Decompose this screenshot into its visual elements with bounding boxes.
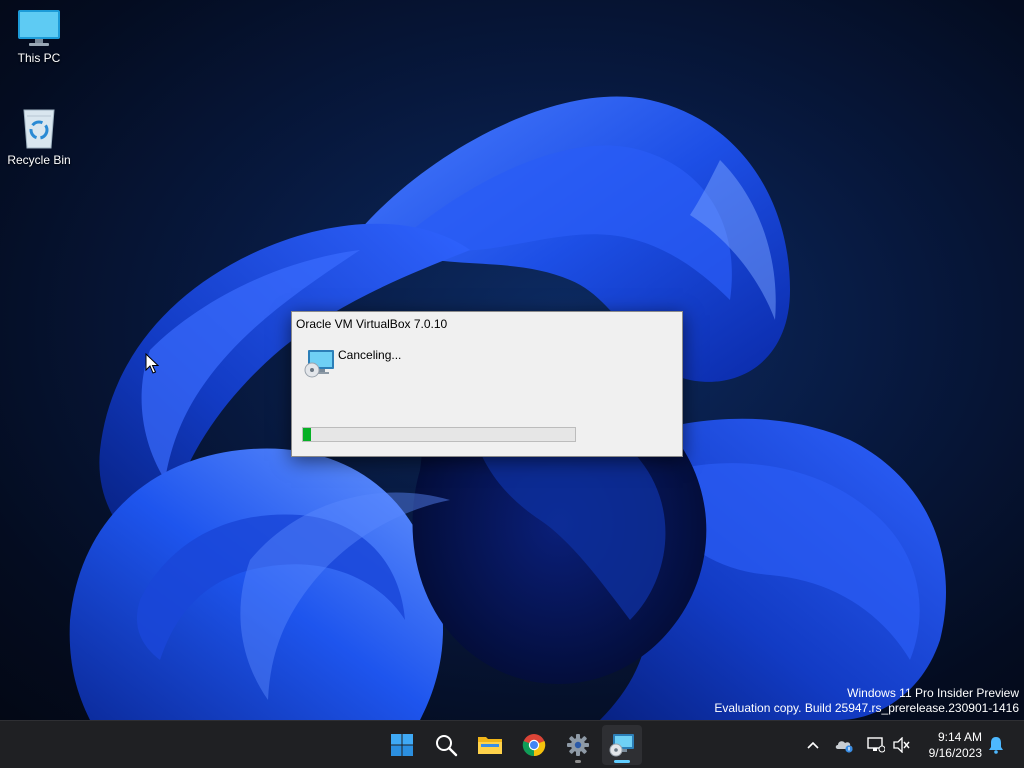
taskbar-settings-button[interactable] bbox=[558, 725, 598, 765]
watermark-line-1: Windows 11 Pro Insider Preview bbox=[847, 686, 1019, 700]
file-explorer-icon bbox=[478, 737, 502, 754]
desktop-icon-recycle-bin[interactable]: Recycle Bin bbox=[1, 106, 77, 167]
desktop-icon-this-pc[interactable]: This PC bbox=[1, 8, 77, 65]
taskbar-file-explorer-button[interactable] bbox=[470, 725, 510, 765]
network-icon bbox=[867, 737, 885, 753]
desktop-icon-label: This PC bbox=[17, 51, 61, 65]
progress-bar bbox=[302, 427, 576, 442]
tray-notifications[interactable] bbox=[986, 735, 1006, 755]
settings-gear-icon bbox=[567, 734, 589, 756]
clock-date: 9/16/2023 bbox=[928, 746, 982, 760]
active-indicator bbox=[614, 760, 630, 763]
evaluation-watermark: Windows 11 Pro Insider Preview Evaluatio… bbox=[714, 686, 1019, 716]
dialog-title: Oracle VM VirtualBox 7.0.10 bbox=[296, 317, 448, 331]
desktop[interactable]: This PC Recycle Bin Oracle VM VirtualBox… bbox=[0, 0, 1024, 720]
tray-show-hidden-icons[interactable] bbox=[803, 735, 823, 755]
taskbar-chrome-button[interactable] bbox=[514, 725, 554, 765]
notification-bell-icon bbox=[989, 737, 1003, 754]
tray-onedrive[interactable] bbox=[834, 735, 854, 755]
search-icon bbox=[436, 735, 458, 757]
progress-bar-fill bbox=[303, 428, 312, 441]
tray-volume[interactable] bbox=[892, 735, 912, 755]
volume-muted-icon bbox=[893, 737, 910, 753]
taskbar-start-button[interactable] bbox=[382, 725, 422, 765]
chevron-up-icon bbox=[807, 741, 819, 749]
mouse-cursor-icon bbox=[145, 353, 159, 374]
running-indicator bbox=[575, 760, 581, 763]
onedrive-icon bbox=[835, 741, 853, 753]
virtualbox-icon bbox=[609, 734, 634, 757]
dialog-message: Canceling... bbox=[338, 348, 402, 362]
clock-time: 9:14 AM bbox=[937, 730, 982, 744]
windows-start-icon bbox=[391, 734, 413, 756]
virtualbox-progress-dialog[interactable]: Oracle VM VirtualBox 7.0.10 Canceling... bbox=[291, 311, 683, 457]
chrome-icon bbox=[522, 734, 546, 757]
taskbar-virtualbox-button[interactable] bbox=[602, 725, 642, 765]
virtualbox-disc-monitor-icon bbox=[304, 350, 334, 378]
recycle-bin-icon bbox=[23, 109, 55, 149]
monitor-icon bbox=[18, 10, 60, 46]
taskbar: 9:14 AM 9/16/2023 bbox=[0, 720, 1024, 768]
watermark-line-2: Evaluation copy. Build 25947.rs_prerelea… bbox=[714, 701, 1019, 715]
tray-network[interactable] bbox=[866, 735, 886, 755]
desktop-icon-label: Recycle Bin bbox=[7, 153, 71, 167]
tray-clock[interactable]: 9:14 AM 9/16/2023 bbox=[918, 729, 982, 761]
taskbar-search-button[interactable] bbox=[426, 725, 466, 765]
